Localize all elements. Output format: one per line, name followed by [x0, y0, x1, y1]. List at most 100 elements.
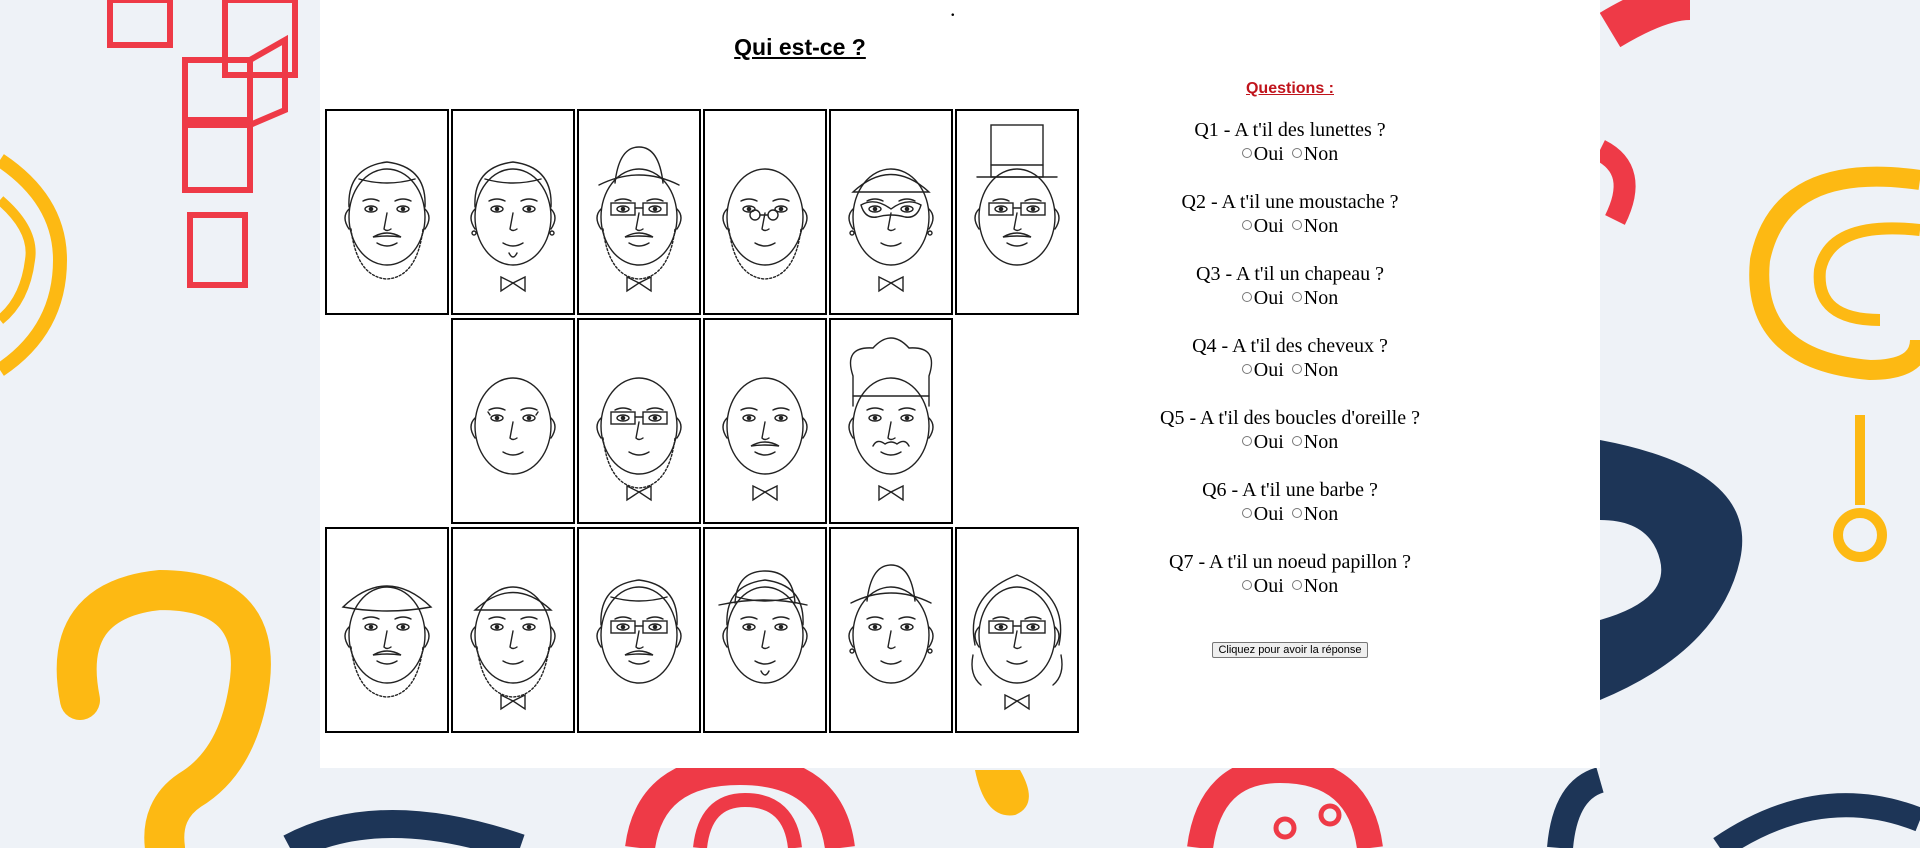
question-options: Oui Non	[1150, 286, 1430, 310]
radio-no[interactable]	[1291, 580, 1302, 591]
question-block: Q2 - A t'il une moustache ? Oui Non	[1150, 190, 1430, 238]
option-yes[interactable]: Oui	[1241, 143, 1284, 165]
character-card[interactable]	[955, 109, 1079, 315]
question-options: Oui Non	[1150, 358, 1430, 382]
option-no-label: Non	[1303, 287, 1339, 309]
option-no[interactable]: Non	[1291, 575, 1339, 597]
option-no[interactable]: Non	[1291, 359, 1339, 381]
face-drawing	[848, 168, 934, 293]
question-block: Q4 - A t'il des cheveux ? Oui Non	[1150, 334, 1430, 382]
question-block: Q6 - A t'il une barbe ? Oui Non	[1150, 478, 1430, 526]
character-card[interactable]	[703, 318, 827, 524]
question-mark-right-decoration	[1599, 0, 1691, 48]
question-text: Q1 - A t'il des lunettes ?	[1194, 119, 1386, 141]
face-drawing	[596, 377, 682, 502]
face-drawing	[341, 585, 433, 698]
option-no-label: Non	[1303, 359, 1339, 381]
cubes-decoration	[107, 0, 298, 288]
radio-no[interactable]	[1291, 148, 1302, 159]
radio-yes[interactable]	[1241, 580, 1252, 591]
character-card[interactable]	[451, 109, 575, 315]
character-card[interactable]	[577, 318, 701, 524]
empty-slot	[325, 318, 449, 524]
option-yes-label: Oui	[1253, 287, 1284, 309]
question-text: Q7 - A t'il un noeud papillon ?	[1169, 551, 1411, 573]
option-yes[interactable]: Oui	[1241, 431, 1284, 453]
character-card[interactable]	[703, 527, 827, 733]
question-options: Oui Non	[1150, 574, 1430, 598]
character-card[interactable]	[577, 109, 701, 315]
question-options: Oui Non	[1150, 502, 1430, 526]
questions-list: Q1 - A t'il des lunettes ? Oui Non Q2 - A t…	[1150, 118, 1430, 598]
character-card[interactable]	[829, 318, 953, 524]
radio-yes[interactable]	[1241, 436, 1252, 447]
radio-no[interactable]	[1291, 364, 1302, 375]
question-block: Q1 - A t'il des lunettes ? Oui Non	[1150, 118, 1430, 166]
navy-question-decoration	[1600, 440, 1743, 700]
game-panel: . Qui est-ce ? Questions : Q1 - A t'il d…	[320, 0, 1600, 768]
questions-panel: Questions : Q1 - A t'il des lunettes ? Ou…	[1150, 80, 1430, 658]
character-card[interactable]	[829, 527, 953, 733]
option-yes-label: Oui	[1253, 575, 1284, 597]
face-drawing	[470, 377, 556, 475]
page-title: Qui est-ce ?	[734, 34, 866, 60]
character-grid	[324, 109, 1080, 736]
character-card[interactable]	[577, 527, 701, 733]
character-card[interactable]	[829, 109, 953, 315]
question-options: Oui Non	[1150, 214, 1430, 238]
option-yes[interactable]: Oui	[1241, 359, 1284, 381]
questions-heading: Questions :	[1245, 80, 1334, 97]
option-yes-label: Oui	[1253, 359, 1284, 381]
option-no-label: Non	[1303, 143, 1339, 165]
character-card[interactable]	[451, 527, 575, 733]
option-yes[interactable]: Oui	[1241, 287, 1284, 309]
character-card[interactable]	[451, 318, 575, 524]
face-drawing	[596, 146, 682, 293]
option-no-label: Non	[1303, 503, 1339, 525]
option-yes-label: Oui	[1253, 215, 1284, 237]
option-no[interactable]: Non	[1291, 287, 1339, 309]
option-no-label: Non	[1303, 215, 1339, 237]
question-text: Q5 - A t'il des boucles d'oreille ?	[1160, 407, 1420, 429]
option-yes-label: Oui	[1253, 431, 1284, 453]
radio-yes[interactable]	[1241, 508, 1252, 519]
face-drawing	[596, 579, 682, 684]
option-no[interactable]: Non	[1291, 143, 1339, 165]
option-no-label: Non	[1303, 575, 1339, 597]
character-card[interactable]	[955, 527, 1079, 733]
radio-no[interactable]	[1291, 436, 1302, 447]
radio-yes[interactable]	[1241, 292, 1252, 303]
option-no[interactable]: Non	[1291, 215, 1339, 237]
radio-yes[interactable]	[1241, 220, 1252, 231]
face-drawing	[848, 564, 934, 684]
face-drawing	[722, 168, 808, 280]
question-options: Oui Non	[1150, 142, 1430, 166]
option-no[interactable]: Non	[1291, 503, 1339, 525]
face-drawing	[848, 337, 934, 502]
character-card[interactable]	[325, 527, 449, 733]
option-yes[interactable]: Oui	[1241, 575, 1284, 597]
option-yes[interactable]: Oui	[1241, 503, 1284, 525]
radio-no[interactable]	[1291, 220, 1302, 231]
radio-yes[interactable]	[1241, 148, 1252, 159]
option-no-label: Non	[1303, 431, 1339, 453]
show-answer-button[interactable]: Cliquez pour avoir la réponse	[1212, 642, 1368, 658]
empty-slot	[955, 318, 1079, 524]
option-yes-label: Oui	[1253, 503, 1284, 525]
face-drawing	[718, 570, 808, 684]
question-text: Q4 - A t'il des cheveux ?	[1192, 335, 1388, 357]
face-drawing	[344, 161, 430, 280]
character-card[interactable]	[325, 109, 449, 315]
question-options: Oui Non	[1150, 430, 1430, 454]
face-drawing	[971, 574, 1063, 711]
radio-no[interactable]	[1291, 292, 1302, 303]
face-drawing	[722, 377, 808, 502]
question-text: Q2 - A t'il une moustache ?	[1181, 191, 1399, 213]
character-card[interactable]	[703, 109, 827, 315]
option-yes-label: Oui	[1253, 143, 1284, 165]
spiral-right-decoration	[1749, 166, 1920, 562]
radio-yes[interactable]	[1241, 364, 1252, 375]
radio-no[interactable]	[1291, 508, 1302, 519]
option-yes[interactable]: Oui	[1241, 215, 1284, 237]
option-no[interactable]: Non	[1291, 431, 1339, 453]
